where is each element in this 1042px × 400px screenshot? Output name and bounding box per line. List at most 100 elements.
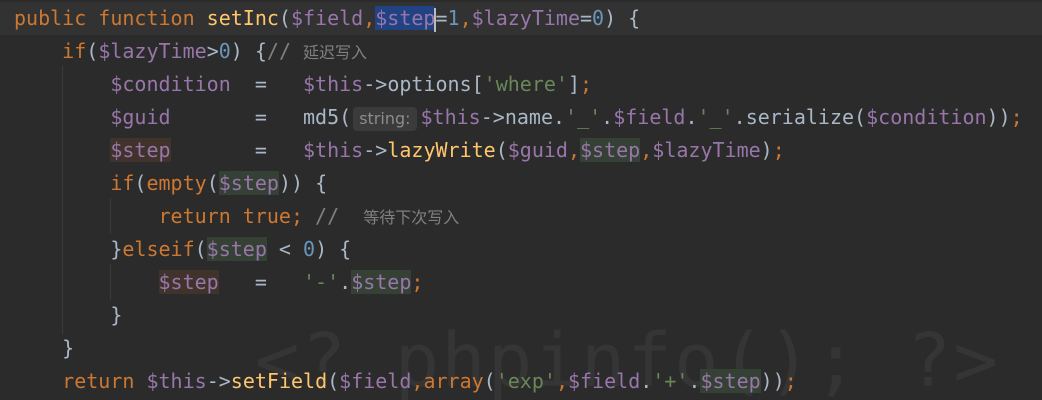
comma: , xyxy=(555,369,568,393)
concat-operator: . xyxy=(553,105,566,129)
paren: ) { xyxy=(315,237,352,261)
paren: )) xyxy=(760,369,785,393)
code-line-1[interactable]: public function setInc($field,$step=1,$l… xyxy=(14,2,640,35)
string-literal: 'where' xyxy=(483,72,568,96)
code-line-9[interactable]: $step = '-'.$step; xyxy=(14,266,423,299)
operator: = xyxy=(254,72,267,96)
code-line-10[interactable]: } xyxy=(14,299,122,332)
concat-operator: . xyxy=(733,105,746,129)
variable-usage-highlight: $step xyxy=(580,138,641,162)
number: 0 xyxy=(592,6,605,30)
function-call: serialize( xyxy=(745,105,867,129)
variable-usage-highlight: $step xyxy=(700,369,761,393)
variable: $field xyxy=(567,369,641,393)
paren: ) { xyxy=(230,39,267,63)
number: 0 xyxy=(218,39,231,63)
variable: $field xyxy=(339,369,412,393)
code-line-3[interactable]: $condition = $this->options['where']; xyxy=(14,68,592,101)
paren: ( xyxy=(86,39,99,63)
keyword: public xyxy=(14,6,87,30)
selected-variable[interactable]: $step xyxy=(375,6,436,30)
arrow-operator: -> xyxy=(480,105,505,129)
keyword: array xyxy=(423,369,484,393)
brace: } xyxy=(110,303,123,327)
paren: ( xyxy=(134,171,147,195)
comma: , xyxy=(640,138,653,162)
code-line-4[interactable]: $guid = md5(string: $this->name.'_'.$fiel… xyxy=(14,101,1023,134)
concat-operator: . xyxy=(688,369,701,393)
variable: $guid xyxy=(110,105,171,129)
variable: $condition xyxy=(110,72,231,96)
code-line-7[interactable]: return true; // 等待下次写入 xyxy=(14,200,460,233)
keyword: function xyxy=(98,6,195,30)
code-line-11[interactable]: } xyxy=(14,332,74,365)
brace: } xyxy=(62,336,75,360)
keyword: if xyxy=(62,39,87,63)
variable-write-highlight: $step xyxy=(110,138,171,162)
comma: , xyxy=(363,6,376,30)
code-line-8[interactable]: }elseif($step < 0) { xyxy=(14,233,351,266)
semicolon: ; xyxy=(290,204,304,228)
operator: = xyxy=(254,105,267,129)
bracket: ] xyxy=(567,72,581,96)
string-literal: '-' xyxy=(303,270,340,294)
function-call: setField xyxy=(230,369,328,393)
arrow-operator: -> xyxy=(206,369,231,393)
variable-write-highlight: $step xyxy=(158,270,219,294)
comma: , xyxy=(411,369,424,393)
paren: ( xyxy=(327,369,340,393)
code-line-5[interactable]: $step = $this->lazyWrite($guid,$step,$la… xyxy=(14,134,785,167)
code-line-12[interactable]: return $this->setField($field,array('exp… xyxy=(14,365,797,398)
variable: $this xyxy=(303,72,364,96)
comment: // xyxy=(266,39,304,63)
arrow-operator: -> xyxy=(363,72,388,96)
variable: $this xyxy=(303,138,364,162)
variable: $this xyxy=(146,369,207,393)
comma: , xyxy=(567,138,581,162)
paren: ( xyxy=(206,171,219,195)
variable: $lazyTime xyxy=(471,6,580,30)
code-line-2[interactable]: if($lazyTime>0) {// 延迟写入 xyxy=(14,35,367,68)
concat-operator: . xyxy=(685,105,698,129)
concat-operator: . xyxy=(601,105,614,129)
keyword: true xyxy=(242,204,291,228)
number: 1 xyxy=(447,6,460,30)
string-literal: 'exp' xyxy=(495,369,556,393)
variable: $guid xyxy=(507,138,568,162)
semicolon: ; xyxy=(1010,105,1023,129)
keyword: elseif xyxy=(122,237,195,261)
parameter-hint: string: xyxy=(353,106,417,131)
concat-operator: . xyxy=(640,369,653,393)
semicolon: ; xyxy=(580,72,593,96)
operator: < xyxy=(266,237,304,261)
paren: ( xyxy=(278,6,291,30)
function-call: md5( xyxy=(303,105,352,129)
paren: )) { xyxy=(278,171,328,195)
property: name xyxy=(504,105,553,129)
semicolon: ; xyxy=(784,369,797,393)
comma: , xyxy=(459,6,472,30)
brace: } xyxy=(110,237,123,261)
variable-usage-highlight: $step xyxy=(351,270,412,294)
variable: $field xyxy=(290,6,364,30)
paren: ) { xyxy=(604,6,641,30)
variable: $field xyxy=(613,105,686,129)
paren: ( xyxy=(495,138,508,162)
variable: $lazyTime xyxy=(652,138,761,162)
paren: ( xyxy=(194,237,207,261)
concat-operator: . xyxy=(339,270,352,294)
property: options xyxy=(387,72,472,96)
operator: > xyxy=(206,39,219,63)
comment-text: 等待下次写入 xyxy=(363,208,460,227)
paren: ) xyxy=(760,138,773,162)
paren: )) xyxy=(986,105,1011,129)
code-line-6[interactable]: if(empty($step)) { xyxy=(14,167,327,200)
operator: = xyxy=(580,6,593,30)
variable-usage-highlight: $step xyxy=(206,237,267,261)
variable-usage-highlight: $step xyxy=(218,171,279,195)
code-editor[interactable]: <? phpinfo(); ?> public function setInc(… xyxy=(0,0,1042,400)
arrow-operator: -> xyxy=(363,138,388,162)
keyword: return xyxy=(62,369,135,393)
string-literal: '+' xyxy=(652,369,689,393)
operator: = xyxy=(435,6,448,30)
